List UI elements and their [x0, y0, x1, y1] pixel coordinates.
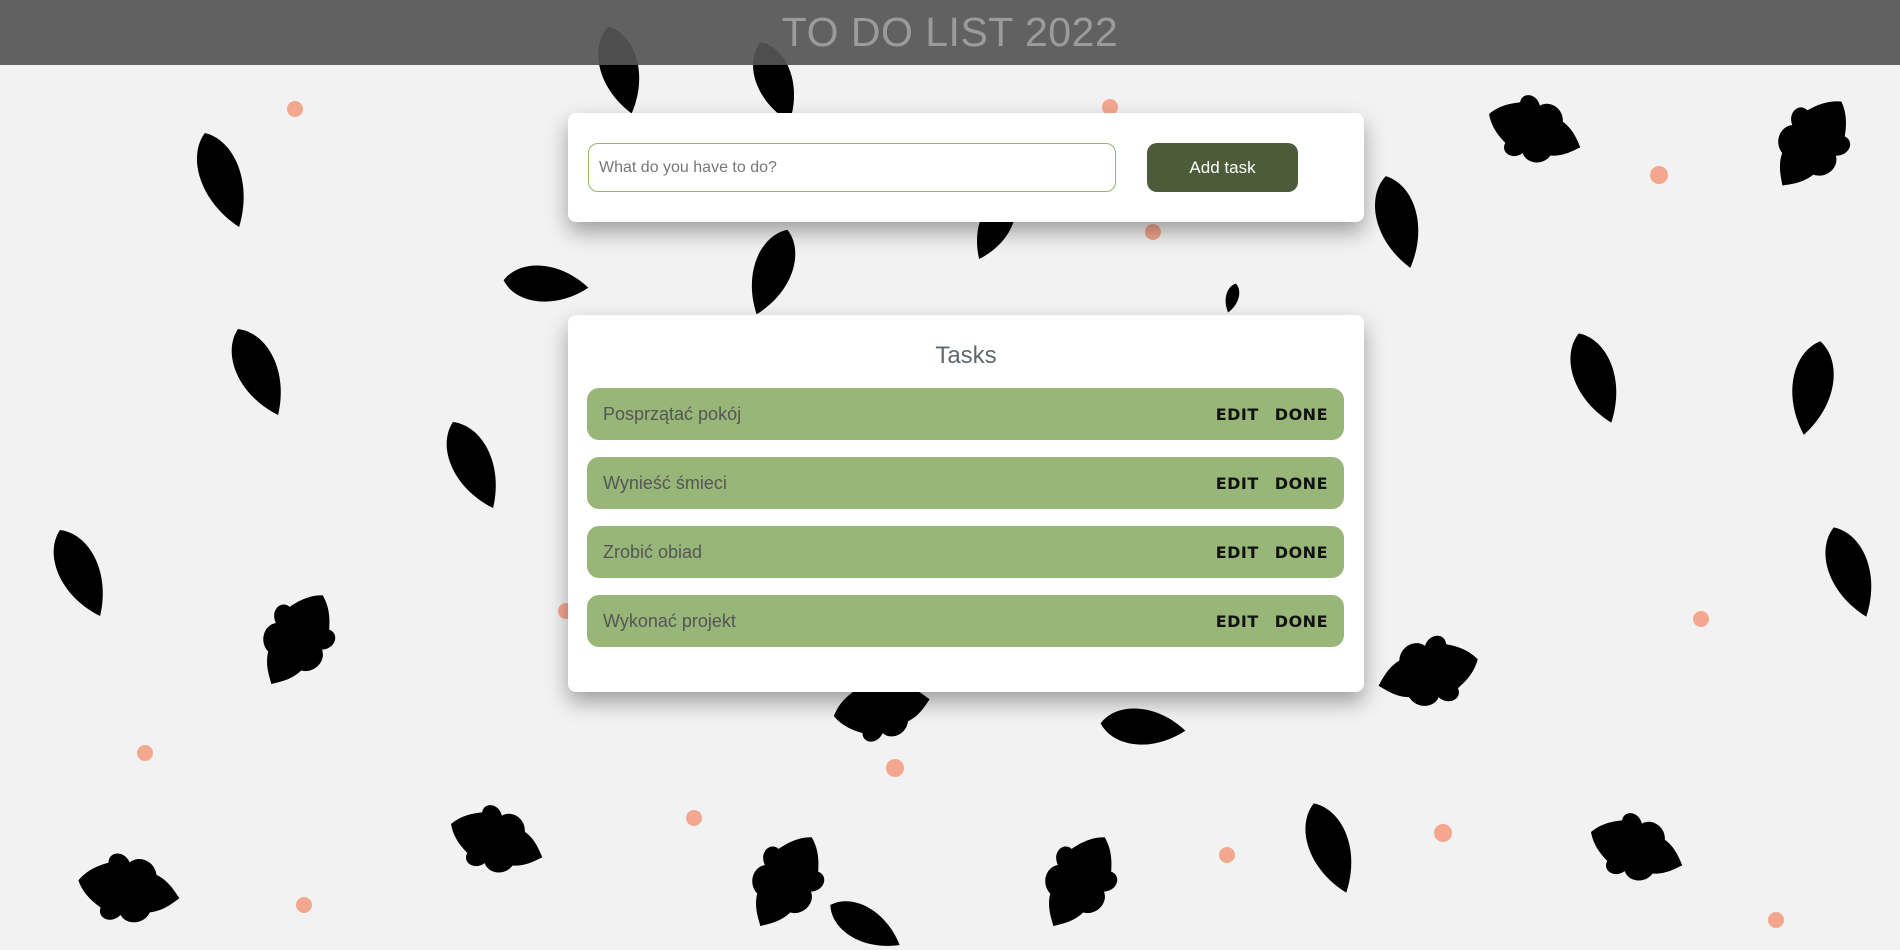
edit-button[interactable]: EDIT — [1216, 405, 1259, 424]
done-button[interactable]: DONE — [1275, 405, 1328, 424]
task-text: Posprzątać pokój — [603, 403, 742, 424]
done-button[interactable]: DONE — [1275, 474, 1328, 493]
edit-button[interactable]: EDIT — [1216, 543, 1259, 562]
done-button[interactable]: DONE — [1275, 543, 1328, 562]
task-row: Wynieść śmieci EDIT DONE — [587, 457, 1344, 509]
task-text: Wykonać projekt — [603, 610, 736, 631]
add-task-card: Add task — [568, 113, 1364, 222]
edit-button[interactable]: EDIT — [1216, 474, 1259, 493]
header-bar: TO DO LIST 2022 — [0, 0, 1900, 65]
task-input[interactable] — [588, 143, 1116, 192]
tasks-card: Tasks Posprzątać pokój EDIT DONE Wynieść… — [568, 315, 1364, 692]
task-text: Zrobić obiad — [603, 541, 703, 562]
done-button[interactable]: DONE — [1275, 612, 1328, 631]
tasks-heading: Tasks — [935, 342, 997, 369]
task-row: Zrobić obiad EDIT DONE — [587, 526, 1344, 578]
task-row: Wykonać projekt EDIT DONE — [587, 595, 1344, 647]
task-text: Wynieść śmieci — [603, 472, 727, 493]
task-row: Posprzątać pokój EDIT DONE — [587, 388, 1344, 440]
edit-button[interactable]: EDIT — [1216, 612, 1259, 631]
add-task-button[interactable]: Add task — [1147, 143, 1298, 192]
page-title: TO DO LIST 2022 — [781, 9, 1119, 55]
task-list: Posprzątać pokój EDIT DONE Wynieść śmiec… — [587, 388, 1344, 664]
